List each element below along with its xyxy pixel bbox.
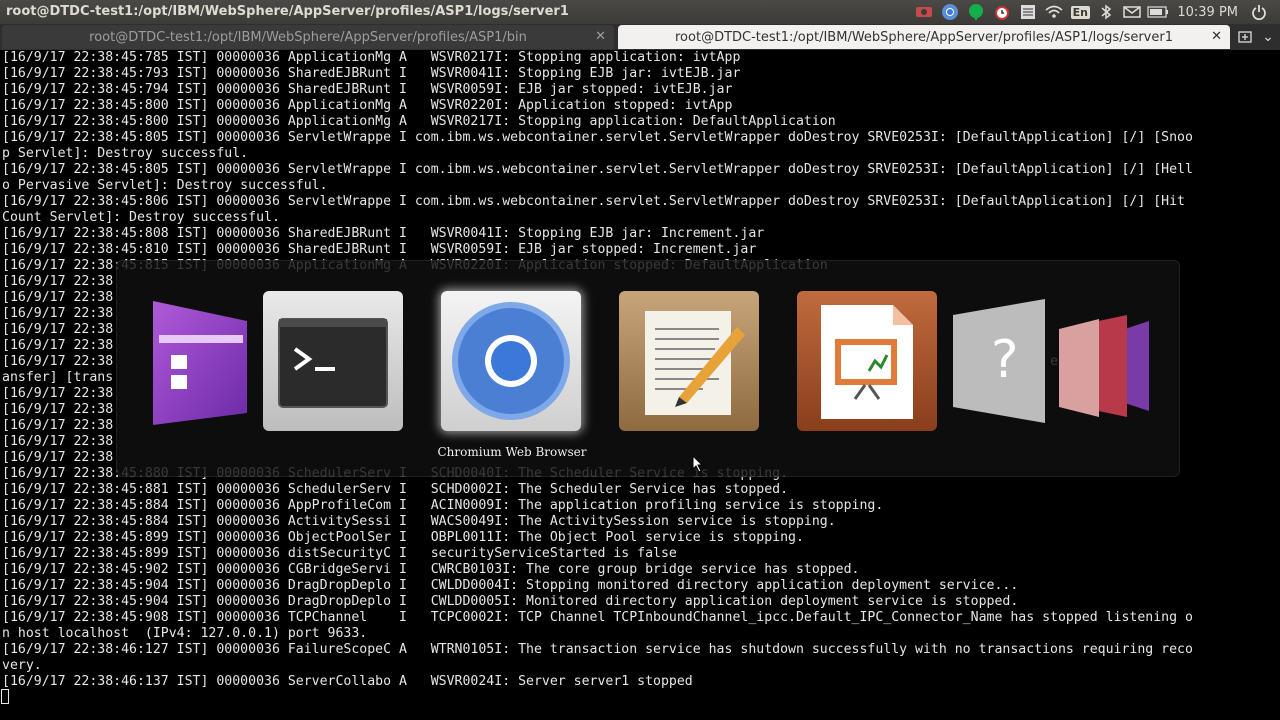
record-icon[interactable] [911,0,937,24]
hangouts-icon[interactable] [963,0,989,24]
switcher-app-purple[interactable] [145,291,255,431]
terminal-line: p Servlet]: Destroy successful. [2,146,249,161]
terminal-line: [16/9/17 22:38:45:904 IST] 00000036 Drag… [2,594,1019,609]
top-panel: root@DTDC-test1:/opt/IBM/WebSphere/AppSe… [0,0,1280,24]
switcher-app-help[interactable]: ? [949,291,1159,431]
keyboard-layout-label: En [1070,5,1091,19]
battery-icon[interactable] [1145,0,1171,24]
terminal-line: [16/9/17 22:38:45:785 IST] 00000036 Appl… [2,50,741,65]
terminal-line: [16/9/17 22:38:46:137 IST] 00000036 Serv… [2,674,693,689]
clock[interactable]: 10:39 PM [1171,5,1246,20]
terminal-icon [278,318,388,408]
switcher-app-text-editor[interactable] [619,291,759,431]
terminal-line: [16/9/17 22:38:45:806 IST] 00000036 Serv… [2,194,1185,209]
close-icon[interactable]: ✕ [1211,29,1222,44]
text-editor-icon [645,311,745,415]
terminal-line: [16/9/17 22:38:45:884 IST] 00000036 AppP… [2,498,884,513]
terminal-line: [16/9/17 22:38:45:794 IST] 00000036 Shar… [2,82,733,97]
system-tray: En 10:39 PM [911,0,1272,24]
power-icon[interactable] [1246,0,1272,24]
terminal-line: [16/9/17 22:38:45:884 IST] 00000036 Acti… [2,514,836,529]
chromium-icon [452,302,570,420]
purple-app-icon [153,301,247,425]
wifi-icon[interactable] [1041,0,1067,24]
app-switcher: ? Chromium Web Browser [116,260,1180,477]
help-icon: ? [953,299,1149,423]
terminal-line: very. [2,658,42,673]
chevron-down-icon[interactable]: ⌄ [1258,25,1278,49]
mail-icon[interactable] [1119,0,1145,24]
terminal-line: o Pervasive Servlet]: Destroy successful… [2,178,328,193]
terminal-line: [16/9/17 22:38:45:808 IST] 00000036 Shar… [2,226,765,241]
notes-icon[interactable] [1015,0,1041,24]
svg-text:?: ? [991,330,1019,390]
terminal-cursor [1,689,9,704]
alarm-clock-icon[interactable] [989,0,1015,24]
chromium-icon[interactable] [937,0,963,24]
keyboard-layout-icon[interactable]: En [1067,0,1093,24]
switcher-app-impress[interactable] [797,291,937,431]
terminal-line: Count Servlet]: Destroy successful. [2,210,280,225]
window-title: root@DTDC-test1:/opt/IBM/WebSphere/AppSe… [6,4,569,19]
tab-label: root@DTDC-test1:/opt/IBM/WebSphere/AppSe… [89,29,527,45]
terminal-tab-bar: root@DTDC-test1:/opt/IBM/WebSphere/AppSe… [0,24,1280,50]
terminal-line: [16/9/17 22:38:45:904 IST] 00000036 Drag… [2,578,1019,593]
close-icon[interactable]: ✕ [595,29,606,44]
tab-logs-server1[interactable]: root@DTDC-test1:/opt/IBM/WebSphere/AppSe… [618,25,1230,49]
terminal-line: [16/9/17 22:38:45:800 IST] 00000036 Appl… [2,114,836,129]
terminal-line: [16/9/17 22:38:45:908 IST] 00000036 TCPC… [2,610,1193,625]
terminal-line: [16/9/17 22:38:46:127 IST] 00000036 Fail… [2,642,1193,657]
terminal-line: [16/9/17 22:38:45:800 IST] 00000036 Appl… [2,98,733,113]
terminal-line: [16/9/17 22:38:45:899 IST] 00000036 dist… [2,546,677,561]
terminal-line: n host localhost (IPv4: 127.0.0.1) port … [2,626,368,641]
bluetooth-icon[interactable] [1093,0,1119,24]
terminal-line: [16/9/17 22:38:45:805 IST] 00000036 Serv… [2,130,1193,145]
tab-label: root@DTDC-test1:/opt/IBM/WebSphere/AppSe… [675,29,1173,45]
tab-bin[interactable]: root@DTDC-test1:/opt/IBM/WebSphere/AppSe… [2,25,614,49]
terminal-line: [16/9/17 22:38:45:881 IST] 00000036 Sche… [2,482,789,497]
libreoffice-impress-icon [821,305,913,419]
switcher-selected-label: Chromium Web Browser [437,445,587,459]
terminal-line: [16/9/17 22:38:45:902 IST] 00000036 CGBr… [2,562,860,577]
terminal-line: [16/9/17 22:38:45:805 IST] 00000036 Serv… [2,162,1193,177]
terminal-line: [16/9/17 22:38:45:810 IST] 00000036 Shar… [2,242,757,257]
switcher-app-terminal[interactable] [263,291,403,431]
mouse-pointer-icon [692,454,704,477]
terminal-line: [16/9/17 22:38:45:793 IST] 00000036 Shar… [2,66,741,81]
new-tab-icon[interactable] [1234,25,1256,49]
terminal-line: [16/9/17 22:38:45:899 IST] 00000036 Obje… [2,530,804,545]
switcher-app-chromium[interactable] [441,291,581,431]
